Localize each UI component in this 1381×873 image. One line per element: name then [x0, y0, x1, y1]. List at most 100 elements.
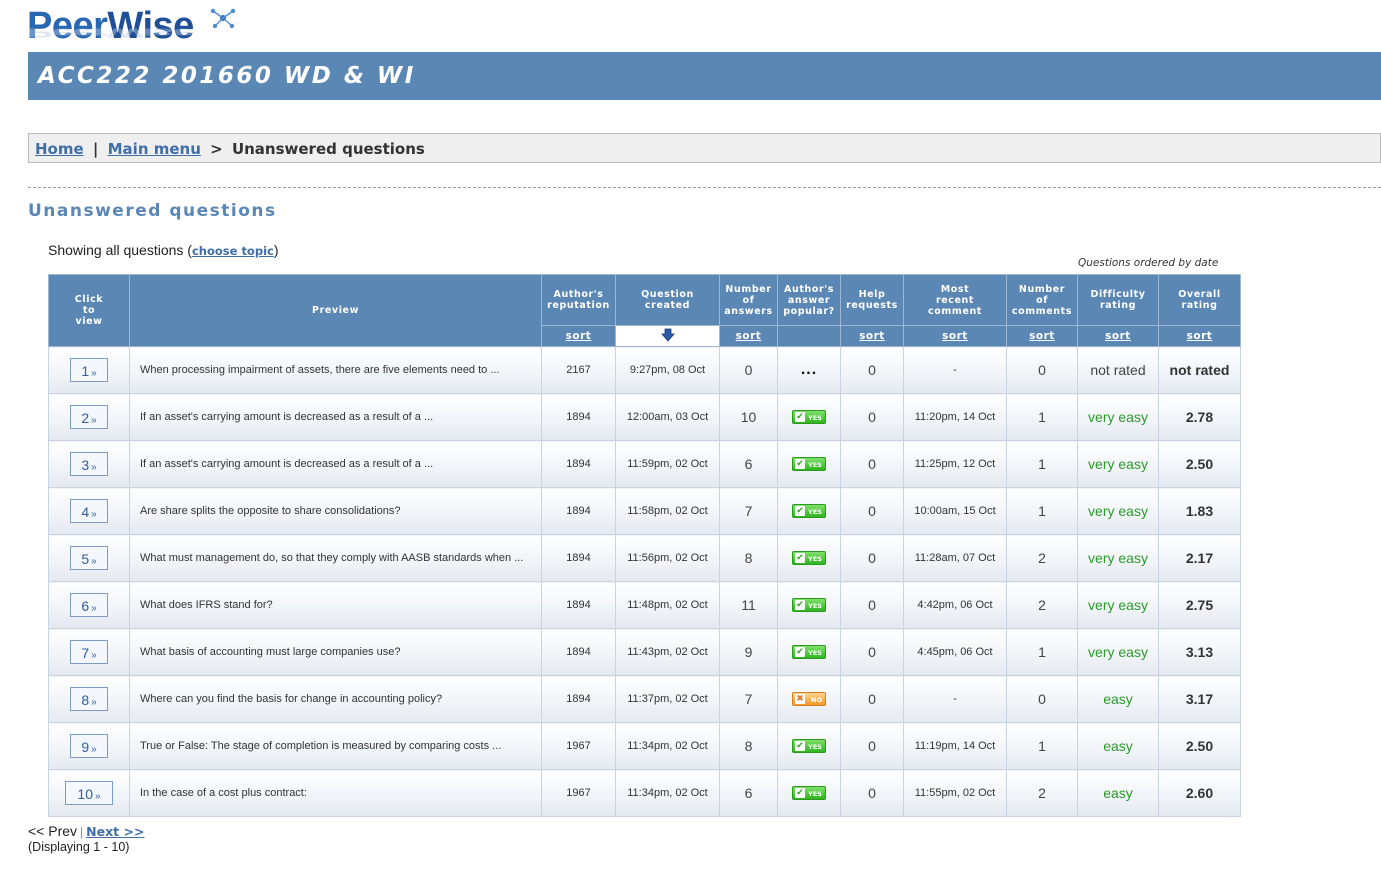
- chevron-right-icon: »: [91, 744, 97, 755]
- cross-icon: ✖: [795, 694, 805, 704]
- header-most-recent-comment: Most recent comment: [903, 274, 1007, 326]
- view-question-button[interactable]: 7»: [70, 640, 108, 664]
- chevron-right-icon: »: [91, 556, 97, 567]
- help-requests-cell: 0: [840, 628, 904, 676]
- author-reputation-cell: 1967: [541, 722, 616, 770]
- author-reputation-cell: 1894: [541, 393, 616, 441]
- author-answer-popular-cell: ✔ YES: [777, 534, 841, 582]
- sort-overall: sort: [1158, 325, 1241, 347]
- sort-link[interactable]: sort: [736, 330, 762, 342]
- peerwise-logo[interactable]: PeerWise PeerWise: [27, 6, 236, 52]
- sort-link[interactable]: sort: [859, 330, 885, 342]
- table-row: 10» In the case of a cost plus contract: 1…: [48, 769, 1241, 817]
- difficulty-rating-cell: very easy: [1077, 628, 1159, 676]
- header-overall-rating: Overall rating: [1158, 274, 1241, 326]
- header-help-requests: Help requests: [840, 274, 904, 326]
- view-question-button[interactable]: 5»: [70, 546, 108, 570]
- header-question-created: Question created: [615, 274, 720, 326]
- most-recent-comment-cell: 4:42pm, 06 Oct: [903, 581, 1007, 629]
- help-requests-cell: 0: [840, 769, 904, 817]
- question-created-cell: 11:56pm, 02 Oct: [615, 534, 720, 582]
- check-icon: ✔: [795, 412, 805, 422]
- author-reputation-cell: 2167: [541, 346, 616, 394]
- help-requests-cell: 0: [840, 675, 904, 723]
- difficulty-rating-cell: very easy: [1077, 393, 1159, 441]
- question-created-cell: 11:48pm, 02 Oct: [615, 581, 720, 629]
- author-answer-popular-cell: ✔ YES: [777, 440, 841, 488]
- overall-rating-cell: 2.78: [1158, 393, 1241, 441]
- view-cell: 10»: [48, 769, 130, 817]
- author-reputation-cell: 1894: [541, 534, 616, 582]
- sort-link[interactable]: sort: [1187, 330, 1213, 342]
- difficulty-rating-cell: easy: [1077, 722, 1159, 770]
- question-created-cell: 11:34pm, 02 Oct: [615, 722, 720, 770]
- chevron-right-icon: »: [91, 650, 97, 661]
- sort-link[interactable]: sort: [566, 330, 592, 342]
- number-of-comments-cell: 0: [1006, 675, 1078, 723]
- number-of-comments-cell: 2: [1006, 534, 1078, 582]
- view-cell: 3»: [48, 440, 130, 488]
- view-question-button[interactable]: 10»: [65, 781, 113, 805]
- overall-rating-cell: 1.83: [1158, 487, 1241, 535]
- author-answer-popular-cell: ✖ NO: [777, 675, 841, 723]
- breadcrumb-home-link[interactable]: Home: [35, 140, 84, 158]
- author-reputation-cell: 1894: [541, 675, 616, 723]
- view-cell: 6»: [48, 581, 130, 629]
- difficulty-rating-cell: not rated: [1077, 346, 1159, 394]
- breadcrumb-main-menu-link[interactable]: Main menu: [108, 140, 201, 158]
- view-question-button[interactable]: 8»: [70, 687, 108, 711]
- help-requests-cell: 0: [840, 487, 904, 535]
- chevron-right-icon: »: [91, 509, 97, 520]
- question-created-cell: 11:58pm, 02 Oct: [615, 487, 720, 535]
- popular-yes-badge: ✔ YES: [792, 786, 826, 800]
- most-recent-comment-cell: 10:00am, 15 Oct: [903, 487, 1007, 535]
- number-of-answers-cell: 0: [719, 346, 778, 394]
- sort-link[interactable]: sort: [1029, 330, 1055, 342]
- help-requests-cell: 0: [840, 534, 904, 582]
- most-recent-comment-cell: 11:25pm, 12 Oct: [903, 440, 1007, 488]
- prev-label: << Prev: [28, 823, 78, 839]
- header-number-of-answers: Number of answers: [719, 274, 778, 326]
- sort-link[interactable]: sort: [1105, 330, 1131, 342]
- sort-down-arrow-icon[interactable]: [660, 328, 675, 342]
- view-question-button[interactable]: 2»: [70, 405, 108, 429]
- chevron-right-icon: »: [91, 697, 97, 708]
- view-question-button[interactable]: 9»: [70, 734, 108, 758]
- check-icon: ✔: [795, 741, 805, 751]
- next-link[interactable]: Next >>: [86, 824, 144, 839]
- header-number-of-comments: Number of comments: [1006, 274, 1078, 326]
- number-of-answers-cell: 8: [719, 534, 778, 582]
- logo-reflection: PeerWise: [27, 25, 194, 40]
- choose-topic-link[interactable]: choose topic: [192, 244, 274, 258]
- number-of-answers-cell: 10: [719, 393, 778, 441]
- table-row: 5» What must management do, so that they …: [48, 534, 1241, 582]
- view-question-button[interactable]: 4»: [70, 499, 108, 523]
- author-answer-popular-cell: ✔ YES: [777, 769, 841, 817]
- author-answer-popular-cell: ✔ YES: [777, 581, 841, 629]
- number-of-answers-cell: 6: [719, 440, 778, 488]
- number-of-answers-cell: 8: [719, 722, 778, 770]
- table-row: 6» What does IFRS stand for? 1894 11:48pm, …: [48, 581, 1241, 629]
- showing-text: Showing all questions (choose topic): [48, 242, 279, 258]
- view-question-button[interactable]: 1»: [70, 358, 108, 382]
- most-recent-comment-cell: -: [903, 346, 1007, 394]
- showing-prefix: Showing all questions (: [48, 242, 192, 258]
- most-recent-comment-cell: 11:28am, 07 Oct: [903, 534, 1007, 582]
- check-icon: ✔: [795, 600, 805, 610]
- pending-dots: ...: [800, 361, 818, 378]
- help-requests-cell: 0: [840, 722, 904, 770]
- view-question-button[interactable]: 3»: [70, 452, 108, 476]
- header-click-to-view: Click to view: [48, 274, 130, 347]
- popular-no-badge: ✖ NO: [792, 692, 826, 706]
- popular-yes-badge: ✔ YES: [792, 504, 826, 518]
- sort-created-active: [615, 325, 720, 347]
- preview-cell: If an asset's carrying amount is decreas…: [129, 440, 542, 488]
- preview-cell: What does IFRS stand for?: [129, 581, 542, 629]
- author-answer-popular-cell: ✔ YES: [777, 487, 841, 535]
- chevron-right-icon: »: [91, 368, 97, 379]
- preview-cell: If an asset's carrying amount is decreas…: [129, 393, 542, 441]
- view-question-button[interactable]: 6»: [70, 593, 108, 617]
- number-of-comments-cell: 1: [1006, 487, 1078, 535]
- pager: << Prev | Next >>: [28, 823, 144, 839]
- sort-link[interactable]: sort: [942, 330, 968, 342]
